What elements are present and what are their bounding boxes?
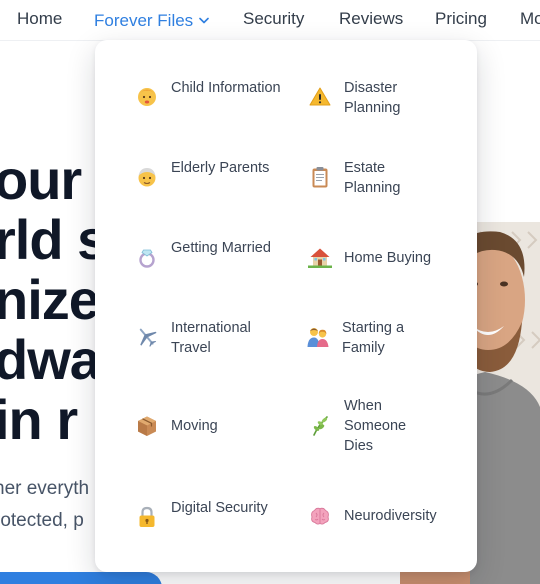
ring-icon (135, 245, 159, 269)
menu-item-label: Moving (171, 418, 218, 434)
menu-item-digital-security[interactable]: Digital Security (135, 496, 285, 540)
menu-item-label: Getting Married (171, 240, 271, 256)
hero-subtext-line: her everyth (0, 478, 90, 499)
nav-reviews[interactable]: Reviews (339, 9, 403, 29)
menu-item-label: International Travel (171, 320, 251, 356)
nav-home[interactable]: Home (17, 9, 62, 29)
lock-icon (135, 505, 159, 529)
nav-pricing[interactable]: Pricing (435, 9, 487, 29)
hero-heading-line: in r (0, 388, 78, 451)
package-icon (135, 414, 159, 438)
menu-item-starting-a-family[interactable]: Starting a Family (306, 316, 458, 360)
house-icon (308, 245, 332, 269)
menu-item-label: Neurodiversity (344, 508, 437, 524)
warning-icon (308, 85, 332, 109)
menu-item-estate-planning[interactable]: Estate Planning (308, 156, 458, 200)
menu-item-home-buying[interactable]: Home Buying (308, 236, 458, 280)
page: Home Forever Files Security Reviews Pric… (0, 0, 540, 584)
hero-heading-line: our (0, 148, 82, 211)
hero-heading-line: dwa (0, 328, 101, 391)
family-icon (306, 325, 330, 349)
baby-icon (135, 85, 159, 109)
top-navigation: Home Forever Files Security Reviews Pric… (0, 0, 540, 41)
menu-item-label: When Someone Dies (344, 398, 407, 454)
menu-item-child-information[interactable]: Child Information (135, 76, 285, 120)
hero-heading-line: nize (0, 268, 100, 331)
herb-icon (308, 414, 332, 438)
menu-item-label: Starting a Family (342, 320, 405, 356)
menu-item-international-travel[interactable]: International Travel (135, 316, 285, 360)
menu-item-label: Disaster Planning (344, 80, 401, 116)
nav-security[interactable]: Security (243, 9, 304, 29)
menu-item-moving[interactable]: Moving (135, 416, 285, 440)
menu-item-label: Elderly Parents (171, 160, 270, 176)
cta-button[interactable] (0, 572, 162, 584)
menu-item-getting-married[interactable]: Getting Married (135, 236, 285, 280)
menu-item-label: Child Information (171, 80, 281, 96)
hero-subtext-line: rotected, p (0, 510, 84, 531)
menu-item-disaster-planning[interactable]: Disaster Planning (308, 76, 458, 120)
menu-item-elderly-parents[interactable]: Elderly Parents (135, 156, 285, 200)
menu-item-neurodiversity[interactable]: Neurodiversity (308, 506, 468, 530)
nav-more[interactable]: Mo (520, 9, 540, 29)
airplane-icon (135, 325, 159, 349)
brain-icon (308, 504, 332, 528)
nav-forever-files-label: Forever Files (94, 11, 194, 30)
menu-item-when-someone-dies[interactable]: When Someone Dies (308, 396, 458, 460)
clipboard-icon (308, 165, 332, 189)
forever-files-dropdown: Child Information Disaster Planning Elde… (95, 40, 477, 572)
menu-item-label: Estate Planning (344, 160, 401, 196)
older-person-icon (135, 165, 159, 189)
chevron-down-icon (199, 9, 209, 29)
hero-heading-line: rld s (0, 208, 108, 271)
menu-item-label: Digital Security (171, 500, 268, 516)
menu-item-label: Home Buying (344, 250, 432, 266)
nav-forever-files[interactable]: Forever Files (94, 9, 209, 31)
